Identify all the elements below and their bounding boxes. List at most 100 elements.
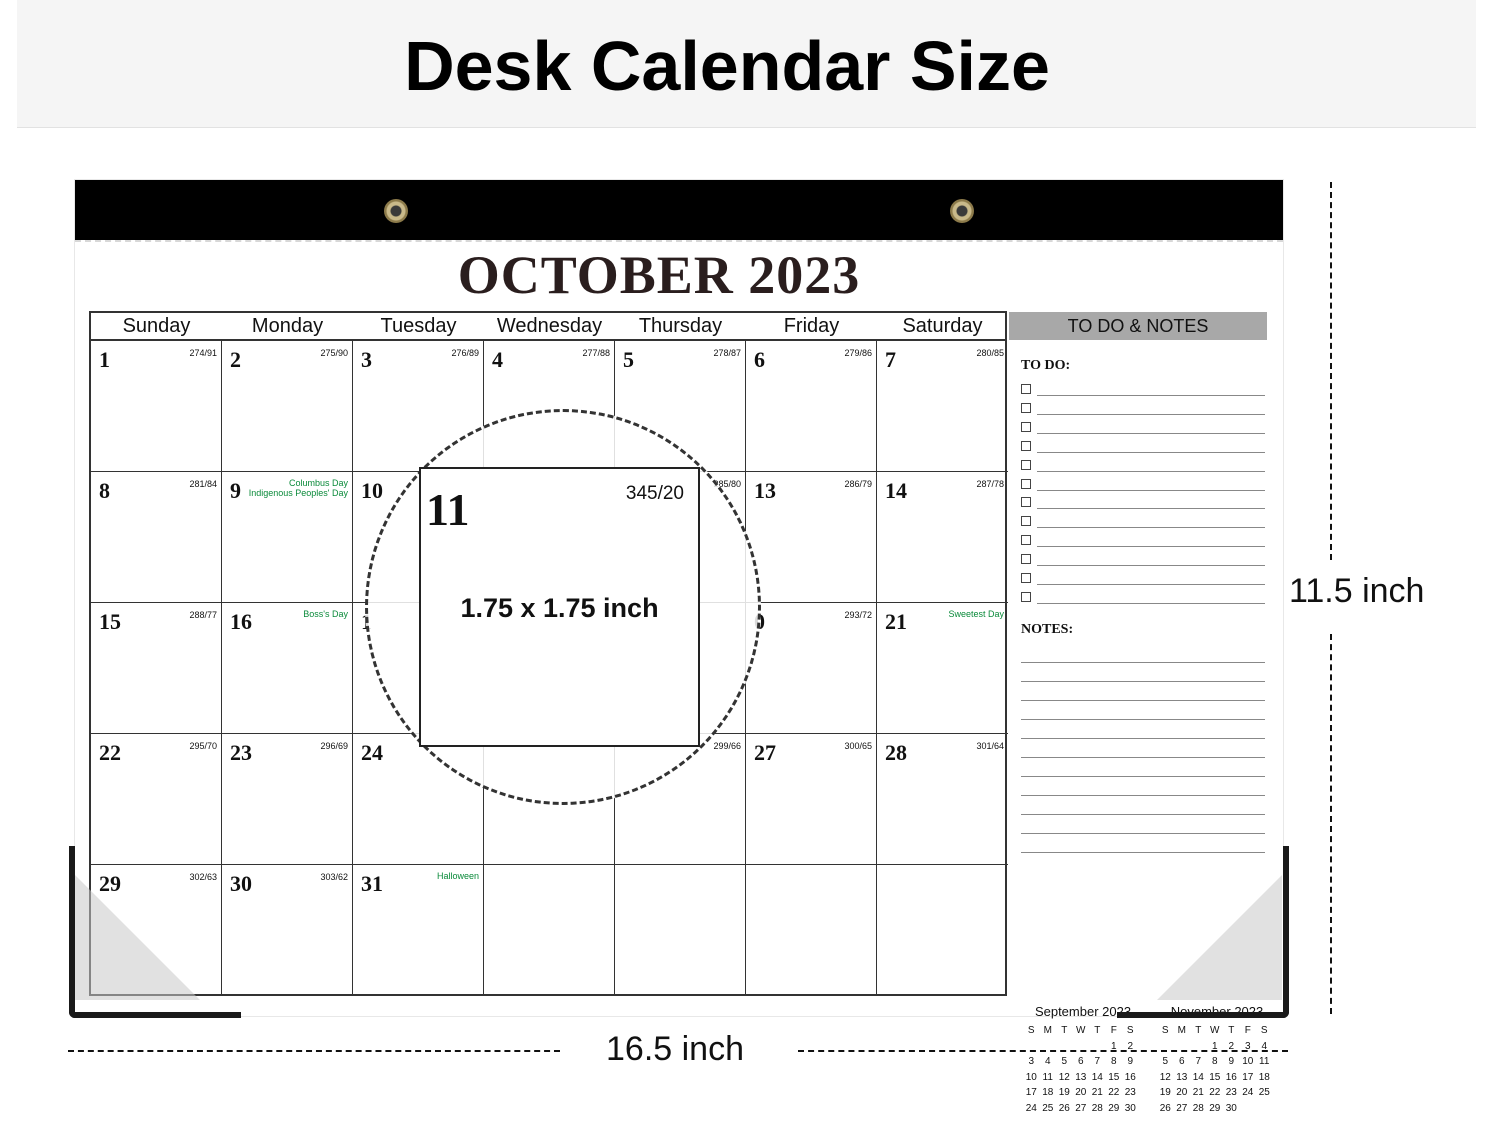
- mini-calendar-day: 30: [1225, 1102, 1237, 1114]
- checkbox-icon[interactable]: [1021, 384, 1031, 394]
- day-cell: 14 287/78: [877, 472, 1008, 603]
- day-cell: [877, 865, 1008, 996]
- width-dimension-line: [68, 1050, 560, 1052]
- day-number: 3: [361, 347, 372, 372]
- todo-line: [1037, 413, 1265, 415]
- day-number: 21: [885, 609, 907, 634]
- todo-item[interactable]: [1021, 552, 1265, 570]
- todo-line: [1037, 602, 1265, 604]
- todo-item[interactable]: [1021, 382, 1265, 400]
- mini-calendar-day: 13: [1176, 1071, 1188, 1083]
- todo-item[interactable]: [1021, 439, 1265, 457]
- mini-calendar-day: S: [1126, 1025, 1134, 1036]
- todo-item[interactable]: [1021, 420, 1265, 438]
- mini-calendar-row: 3456789: [1023, 1056, 1143, 1072]
- weekday-tuesday: Tuesday: [380, 315, 457, 337]
- mini-calendar-row: 5 6 7 8 9 10 11: [1157, 1056, 1277, 1072]
- note-line: [1021, 776, 1265, 777]
- day-of-year: 279/86: [844, 348, 872, 358]
- day-number: 22: [99, 740, 121, 765]
- note-line: [1021, 757, 1265, 758]
- day-number: 8: [99, 478, 110, 503]
- holiday-label: Sweetest Day: [948, 609, 1004, 619]
- mini-calendar-day: 3: [1028, 1056, 1035, 1067]
- weekday-friday: Friday: [783, 315, 840, 337]
- calendar-stand-left: [69, 846, 241, 1018]
- todo-item[interactable]: [1021, 401, 1265, 419]
- day-number: 10: [361, 478, 383, 503]
- todo-item[interactable]: [1021, 533, 1265, 551]
- todo-label: TO DO:: [1021, 358, 1071, 373]
- mini-calendar-day: 7: [1094, 1056, 1101, 1067]
- mini-calendar-day: 28: [1091, 1102, 1103, 1114]
- mini-calendar-day: 27: [1176, 1102, 1188, 1114]
- day-of-year: 299/66: [713, 741, 741, 751]
- mini-calendar-day: [1190, 1041, 1207, 1057]
- mini-calendar-day: 6: [1077, 1056, 1084, 1067]
- day-of-year: 303/62: [320, 872, 348, 882]
- day-number: 6: [754, 347, 765, 372]
- checkbox-icon[interactable]: [1021, 421, 1031, 432]
- day-cell: 0293/72: [746, 603, 877, 734]
- checkbox-icon[interactable]: [1021, 591, 1031, 602]
- todo-line: [1037, 527, 1265, 529]
- day-number: 7: [885, 347, 896, 372]
- day-number: 16: [230, 609, 252, 634]
- checkbox-icon[interactable]: [1021, 554, 1031, 565]
- holiday-label: Columbus Day Indigenous Peoples' Day: [248, 478, 348, 498]
- day-number: 31: [361, 871, 383, 896]
- todo-item[interactable]: [1021, 477, 1265, 495]
- mini-calendar-day: F: [1110, 1025, 1117, 1036]
- day-number: 27: [754, 740, 776, 765]
- todo-item[interactable]: [1021, 590, 1265, 608]
- checkbox-icon[interactable]: [1021, 516, 1031, 527]
- todo-item[interactable]: [1021, 571, 1265, 589]
- mini-calendar-day: 1: [1110, 1040, 1117, 1052]
- note-line: [1021, 814, 1265, 815]
- todo-item[interactable]: [1021, 514, 1265, 532]
- day-of-year: 281/84: [189, 479, 217, 489]
- checkbox-icon[interactable]: [1021, 497, 1031, 508]
- mini-calendar-row: SMTWTFS: [1157, 1025, 1277, 1041]
- mini-calendar-row: 10 11 12 13 14 15 16: [1023, 1072, 1143, 1088]
- grommet-icon: [384, 199, 408, 223]
- width-label: 16.5 inch: [606, 1030, 744, 1068]
- mini-calendar-day: 27: [1075, 1102, 1087, 1114]
- checkbox-icon[interactable]: [1021, 440, 1031, 451]
- day-cell: 16 Boss's Day: [222, 603, 353, 734]
- mini-calendar-day: 25: [1042, 1102, 1054, 1114]
- checkbox-icon[interactable]: [1021, 459, 1031, 470]
- weekday-header-row: Sunday Monday Tuesday Wednesday Thursday Frid…: [89, 311, 1007, 341]
- day-of-year: 286/79: [844, 479, 872, 489]
- perforation-line: [75, 240, 1283, 242]
- day-cell: 7 280/85: [877, 341, 1008, 472]
- mini-calendar-day: 6: [1178, 1056, 1185, 1067]
- todo-line: [1037, 565, 1265, 567]
- mini-calendar-day: 2: [1228, 1040, 1235, 1052]
- mini-calendar-day: 19: [1159, 1087, 1171, 1098]
- mini-calendar-day: 17: [1242, 1071, 1254, 1083]
- mini-calendar-day: M: [1177, 1025, 1186, 1036]
- day-cell: 28 301/64: [877, 734, 1008, 865]
- todo-item[interactable]: [1021, 458, 1265, 476]
- day-cell: 13 286/79: [746, 472, 877, 603]
- day-of-year: 287/78: [976, 479, 1004, 489]
- mini-calendar-row: 19 20 21 22 23 24 25: [1157, 1087, 1277, 1103]
- height-dimension-line: [1330, 182, 1332, 560]
- notes-label: NOTES:: [1021, 622, 1074, 637]
- grommet-icon: [950, 199, 974, 223]
- checkbox-icon[interactable]: [1021, 535, 1031, 546]
- mini-calendar-day: 21: [1091, 1087, 1103, 1098]
- mini-calendar-day: [1256, 1103, 1273, 1119]
- todo-item[interactable]: [1021, 495, 1265, 513]
- day-of-year: 296/69: [320, 741, 348, 751]
- checkbox-icon[interactable]: [1021, 573, 1031, 583]
- mini-calendar-day: 26: [1159, 1102, 1171, 1114]
- checkbox-icon[interactable]: [1021, 478, 1031, 489]
- height-dimension-line: [1330, 634, 1332, 1014]
- checkbox-icon[interactable]: [1021, 402, 1031, 413]
- mini-calendar-day: 5: [1061, 1056, 1068, 1067]
- mini-calendar-day: 18: [1258, 1071, 1270, 1083]
- mini-calendar-day: 24: [1242, 1087, 1254, 1098]
- mini-calendar-day: 4: [1261, 1040, 1268, 1052]
